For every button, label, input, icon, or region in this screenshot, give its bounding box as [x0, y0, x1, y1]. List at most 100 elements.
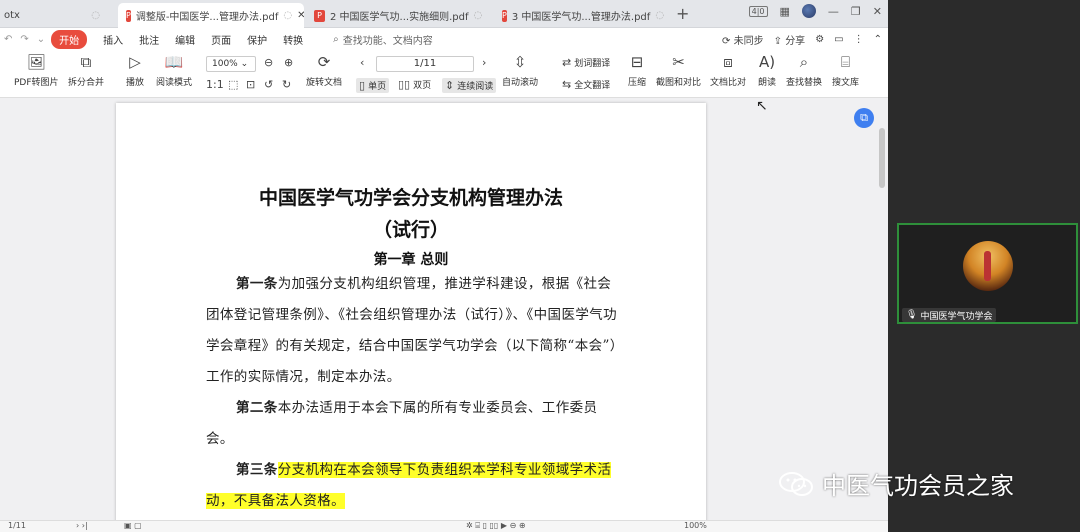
article-2-heading: 第二条 [236, 400, 278, 416]
tab-count-badge[interactable]: 4|0 [748, 5, 768, 17]
screenshot-compare-button[interactable]: ✂ 截图和对比 [656, 52, 701, 88]
sync-icon: ⟳ [722, 36, 731, 47]
pdf-to-image-button[interactable]: 🖼 PDF转图片 [14, 52, 59, 88]
video-call-tile[interactable]: 🎙 中国医学气功学会 [897, 223, 1078, 324]
image-icon: 🖼 [26, 53, 46, 71]
split-merge-button[interactable]: ⧉ 拆分合并 [68, 52, 104, 88]
book-icon: 📖 [164, 53, 184, 71]
restore-button[interactable]: ❐ [851, 5, 861, 18]
prev-page-button[interactable]: ‹ [360, 56, 364, 69]
menu-protect[interactable]: 保护 [247, 32, 267, 47]
tab-active-document[interactable]: P 调整版-中国医学...管理办法.pdf ◌ ✕ [118, 3, 304, 28]
watermark-text: 中医气功会员之家 [822, 472, 1014, 500]
page-number-input[interactable]: 1/11 [376, 56, 474, 72]
search-library-button[interactable]: ⌸ 搜文库 [832, 52, 859, 88]
share-icon: ⇪ [773, 36, 782, 47]
tab-dots-icon: ◌ [283, 10, 293, 21]
undo-icon[interactable]: ↶ [4, 34, 12, 45]
single-page-icon: ▯ [359, 79, 366, 92]
assistant-icon: ⧉ [860, 111, 868, 124]
tab-document-3[interactable]: P 3 中国医学气功...管理办法.pdf ◌ [494, 3, 672, 28]
zoom-in-icon[interactable]: ⊕ [284, 56, 293, 69]
tab-dots-icon: ◌ [91, 10, 100, 21]
status-tools-icon[interactable]: ✲ ⌸ ▯ ▯▯ ▶ ⊖ ⊕ [466, 521, 526, 531]
next-page-button[interactable]: › [482, 56, 486, 69]
mouse-cursor-icon: ↖ [756, 98, 768, 114]
more-options-icon[interactable]: ⋮ [854, 34, 864, 45]
menu-start[interactable]: 开始 [51, 29, 88, 49]
compress-button[interactable]: ⊟ 压缩 [626, 52, 648, 88]
translate-full-button[interactable]: ⇆ 全文翻译 [562, 78, 610, 91]
menu-edit[interactable]: 编辑 [175, 32, 195, 47]
doc-compare-button[interactable]: ⧈ 文档比对 [710, 52, 746, 88]
continuous-read-button[interactable]: ⇕ 连续阅读 [442, 78, 497, 93]
article-1-body: 为加强分支机构组织管理，推进学科建设，根据《社会团体登记管理条例》、《社会组织管… [206, 276, 618, 385]
tab-otx[interactable]: otx ◌ [0, 3, 108, 28]
read-mode-button[interactable]: 📖 阅读模式 [156, 52, 192, 88]
pdf-file-icon: P [126, 9, 131, 22]
tab-label: 调整版-中国医学...管理办法.pdf [135, 12, 279, 23]
user-avatar[interactable] [801, 4, 816, 18]
watermark: 中医气功会员之家 [778, 466, 1014, 501]
find-replace-button[interactable]: ⌕ 查找替换 [786, 52, 822, 88]
zoom-select[interactable]: 100% ⌄ [206, 56, 256, 72]
translate-select-button[interactable]: ⇄ 划词翻译 [562, 56, 610, 69]
pdf-reader-window: otx ◌ P 调整版-中国医学...管理办法.pdf ◌ ✕ P 2 中国医学… [0, 0, 888, 532]
grid-icon[interactable]: ▦ [780, 5, 790, 18]
document-title: 中国医学气功学会分支机构管理办法 [258, 187, 563, 209]
sync-status[interactable]: ⟳ 未同步 [722, 32, 764, 47]
fit-page-icon[interactable]: ⬚ [228, 78, 238, 91]
tab-document-2[interactable]: P 2 中国医学气功...实施细则.pdf ◌ [306, 3, 492, 28]
minimize-button[interactable]: — [828, 5, 839, 18]
search-icon: ⌕ [333, 33, 339, 45]
pdf-page[interactable]: 中国医学气功学会分支机构管理办法 （试行） 第一章 总则 第一条为加强分支机构组… [116, 103, 706, 532]
single-page-button[interactable]: ▯ 单页 [356, 78, 390, 93]
double-page-button[interactable]: ▯▯ 双页 [398, 78, 431, 91]
scrollbar-thumb[interactable] [879, 128, 885, 188]
floating-assistant-button[interactable]: ⧉ [854, 108, 874, 128]
tab-label: otx [4, 10, 20, 21]
fit-width-icon[interactable]: ⊡ [246, 78, 255, 91]
new-tab-button[interactable]: + [676, 4, 689, 23]
menu-annotate[interactable]: 批注 [139, 32, 159, 47]
menu-insert[interactable]: 插入 [103, 32, 123, 47]
status-page-indicator[interactable]: 1/11 [8, 521, 26, 530]
search-placeholder: 查找功能、文档内容 [342, 35, 433, 47]
document-viewport[interactable]: 中国医学气功学会分支机构管理办法 （试行） 第一章 总则 第一条为加强分支机构组… [0, 98, 888, 532]
close-window-button[interactable]: ✕ [873, 5, 882, 18]
article-3: 第三条分支机构在本会领导下负责组织本学科专业领域学术活动，不具备法人资格。 [206, 455, 618, 517]
status-nav-icon[interactable]: › ›| [76, 521, 88, 530]
split-icon: ⧉ [80, 53, 92, 71]
play-button[interactable]: ▷ 播放 [124, 52, 146, 88]
zoom-out-icon[interactable]: ⊖ [264, 56, 273, 69]
rotate-left-icon[interactable]: ↺ [264, 78, 273, 91]
settings-icon[interactable]: ⚙ [815, 34, 824, 45]
redo-icon[interactable]: ↷ [20, 34, 28, 45]
more-icon[interactable]: ⌄ [37, 34, 45, 45]
tab-close-icon[interactable]: ✕ [297, 10, 304, 21]
find-icon: ⌕ [799, 53, 809, 71]
rotate-doc-button[interactable]: ⟳ 旋转文档 [306, 52, 342, 88]
tab-label: 2 中国医学气功...实施细则.pdf [330, 12, 469, 23]
ribbon-toolbar: 🖼 PDF转图片 ⧉ 拆分合并 ▷ 播放 📖 阅读模式 100% ⌄ ⊖ ⊕ 1… [0, 50, 888, 98]
actual-size-icon[interactable]: 1:1 [206, 78, 224, 91]
status-zoom[interactable]: 100% [684, 521, 707, 530]
search-command[interactable]: ⌕ 查找功能、文档内容 [333, 32, 433, 47]
auto-scroll-button[interactable]: ⇳ 自动滚动 [502, 52, 538, 88]
library-search-icon: ⌸ [840, 53, 850, 71]
participant-avatar [963, 241, 1013, 291]
message-icon[interactable]: ▭ [834, 34, 843, 45]
status-view-icon[interactable]: ▣ ▢ [124, 521, 142, 530]
window-controls: 4|0 ▦ — ❐ ✕ [748, 4, 882, 18]
share-button[interactable]: ⇪ 分享 [774, 32, 806, 47]
collapse-icon[interactable]: ⌃ [874, 34, 882, 45]
read-aloud-button[interactable]: A) 朗读 [756, 52, 778, 88]
menu-convert[interactable]: 转换 [283, 32, 303, 47]
rotate-right-icon[interactable]: ↻ [282, 78, 291, 91]
translate-full-icon: ⇆ [562, 78, 572, 91]
quick-access: ↶ ↷ ⌄ [4, 34, 45, 45]
article-1: 第一条为加强分支机构组织管理，推进学科建设，根据《社会团体登记管理条例》、《社会… [206, 269, 618, 393]
menu-page[interactable]: 页面 [211, 32, 231, 47]
compare-icon: ⧈ [723, 53, 733, 71]
tab-bar: otx ◌ P 调整版-中国医学...管理办法.pdf ◌ ✕ P 2 中国医学… [0, 0, 888, 28]
